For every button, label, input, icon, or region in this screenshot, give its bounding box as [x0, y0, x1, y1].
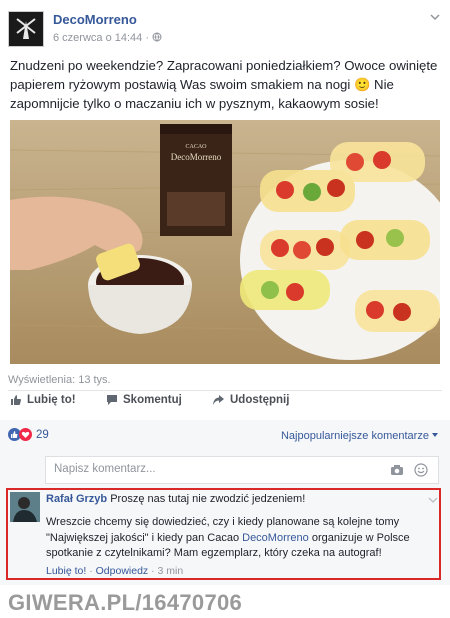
comment-label: Skomentuj	[123, 394, 182, 406]
view-count: Wyświetlenia: 13 tys.	[8, 374, 111, 386]
dot-separator: ·	[145, 32, 153, 44]
post-video[interactable]: CACAO DecoMorreno	[10, 120, 440, 364]
commenter-name[interactable]: Rafał Grzyb	[46, 493, 107, 505]
post-date[interactable]: 6 czerwca o 14:44	[53, 32, 142, 44]
like-label: Lubię to!	[27, 394, 76, 406]
commenter-photo	[10, 492, 40, 522]
separator: ·	[148, 565, 158, 577]
chevron-down-icon[interactable]	[430, 12, 440, 22]
sort-label: Najpopularniejsze komentarze	[280, 430, 429, 442]
comment-placeholder: Napisz komentarz...	[54, 463, 156, 475]
comment-body: Wreszcie chcemy się dowiedzieć, czy i ki…	[46, 515, 431, 562]
action-bar: Lubię to! Skomentuj Udostępnij	[8, 394, 442, 414]
speech-bubble-icon	[107, 395, 117, 405]
box-brand: DecoMorreno	[171, 152, 222, 162]
camera-icon[interactable]	[390, 464, 404, 476]
like-button[interactable]: Lubię to!	[10, 394, 76, 406]
reactions-summary[interactable]: 29	[8, 428, 49, 441]
comment-reply-link[interactable]: Odpowiedz	[96, 565, 149, 577]
post-meta: 6 czerwca o 14:44 ·	[53, 32, 162, 44]
watermark: GIWERA.PL/16470706	[8, 590, 243, 615]
comment-button[interactable]: Skomentuj	[106, 394, 182, 406]
emoji-icon[interactable]	[414, 463, 428, 477]
comment-like-link[interactable]: Lubię to!	[46, 565, 86, 577]
globe-icon	[152, 32, 162, 42]
post-header: DecoMorreno 6 czerwca o 14:44 ·	[8, 8, 442, 48]
comment-options-chevron-icon[interactable]	[428, 496, 438, 504]
comment-first-line: Proszę nas tutaj nie zwodzić jedzeniem!	[110, 493, 306, 505]
separator: ·	[86, 565, 96, 577]
divider	[8, 390, 442, 391]
video-thumbnail: CACAO DecoMorreno	[10, 120, 440, 364]
windmill-logo-icon	[12, 15, 40, 43]
box-brand-top: CACAO	[185, 144, 207, 150]
comment-sort-dropdown[interactable]: Najpopularniejsze komentarze	[281, 430, 438, 442]
page-avatar[interactable]	[8, 11, 44, 47]
post-text: Znudzeni po weekendzie? Zapracowani poni…	[10, 58, 438, 111]
comment-input[interactable]: Napisz komentarz...	[45, 456, 439, 484]
reaction-count[interactable]: 29	[36, 429, 49, 441]
love-reaction-icon	[19, 428, 32, 441]
thumbs-up-icon	[11, 395, 21, 405]
caret-down-icon	[432, 433, 438, 437]
share-button[interactable]: Udostępnij	[212, 394, 289, 406]
comment-header: Rafał Grzyb Proszę nas tutaj nie zwodzić…	[46, 493, 305, 505]
commenter-avatar[interactable]	[10, 492, 40, 522]
comment-footer: Lubię to! · Odpowiedz · 3 min	[46, 565, 183, 577]
page-name-link[interactable]: DecoMorreno	[53, 12, 137, 27]
share-arrow-icon	[213, 395, 224, 405]
page-mention-link[interactable]: DecoMorreno	[242, 532, 309, 544]
share-label: Udostępnij	[230, 394, 290, 406]
comment-time[interactable]: 3 min	[158, 565, 184, 577]
